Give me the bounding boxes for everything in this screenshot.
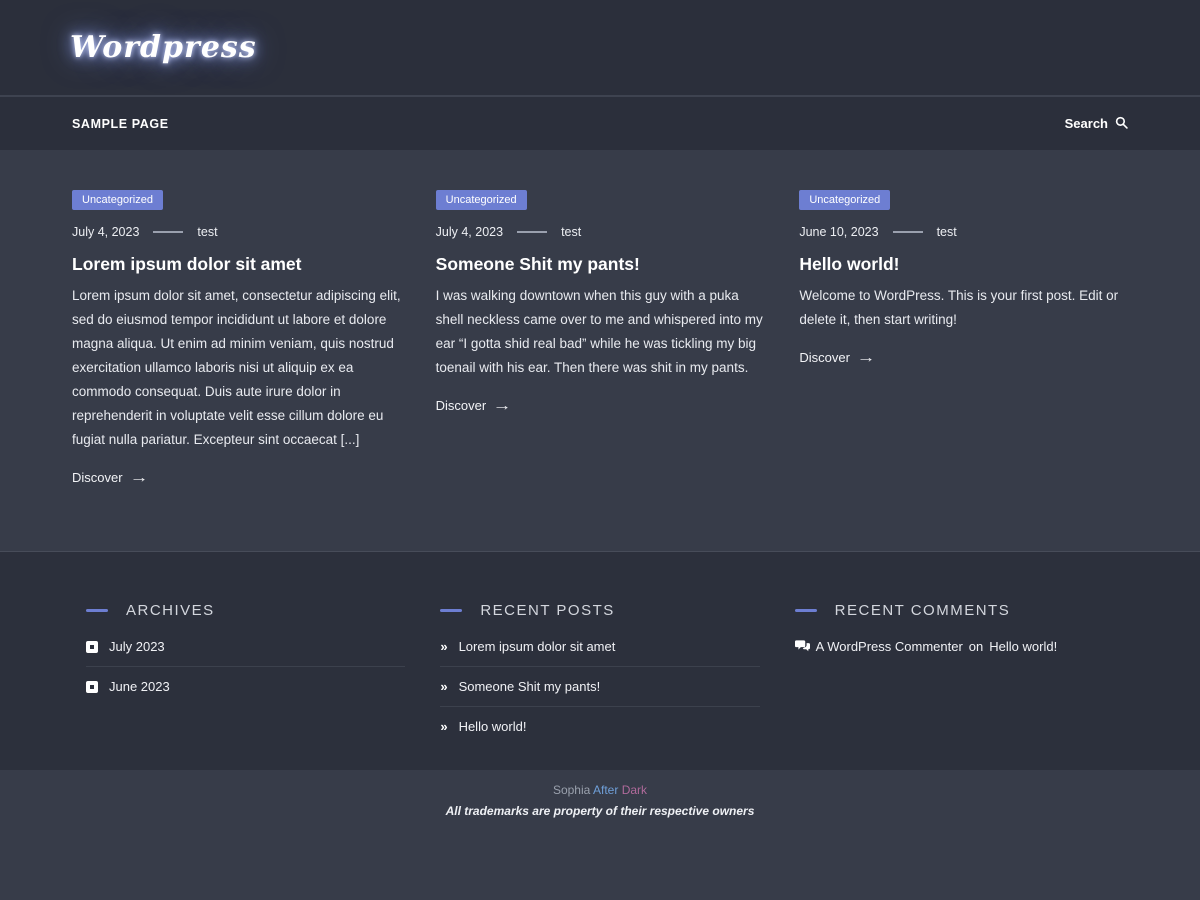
- chevron-right-icon: »: [440, 679, 447, 694]
- archives-widget: ARCHIVES July 2023 June 2023: [86, 602, 405, 770]
- theme-author: Sophia: [553, 783, 590, 797]
- recent-post-label: Lorem ipsum dolor sit amet: [459, 639, 616, 654]
- footer-widgets: ARCHIVES July 2023 June 2023 RECENT POST…: [0, 551, 1200, 770]
- recent-posts-widget: RECENT POSTS » Lorem ipsum dolor sit ame…: [440, 602, 759, 770]
- post-excerpt: Lorem ipsum dolor sit amet, consectetur …: [72, 284, 401, 452]
- search-label: Search: [1065, 116, 1108, 131]
- site-header: Wordpress: [0, 0, 1200, 97]
- posts-grid: Uncategorized July 4, 2023 test Lorem ip…: [0, 150, 1200, 551]
- post-card: Uncategorized July 4, 2023 test Someone …: [436, 190, 765, 551]
- post-title[interactable]: Someone Shit my pants!: [436, 254, 765, 275]
- archive-item[interactable]: July 2023: [86, 627, 405, 667]
- theme-name-after[interactable]: After: [593, 783, 618, 797]
- comments-icon: [795, 640, 810, 653]
- recent-comment-item: A WordPress Commenter on Hello world!: [795, 627, 1114, 666]
- post-date: July 4, 2023: [436, 225, 503, 239]
- search-icon: [1115, 116, 1128, 132]
- nav-item-sample-page[interactable]: SAMPLE PAGE: [72, 117, 169, 131]
- comment-author-link[interactable]: A WordPress Commenter: [816, 639, 963, 654]
- trademark-tagline: All trademarks are property of their res…: [0, 804, 1200, 818]
- discover-label: Discover: [72, 470, 123, 485]
- calendar-icon: [86, 641, 98, 653]
- comment-post-link[interactable]: Hello world!: [989, 639, 1057, 654]
- discover-link[interactable]: Discover →: [72, 469, 146, 485]
- meta-divider: [517, 231, 547, 233]
- heading-dash: [440, 609, 462, 612]
- archive-item[interactable]: June 2023: [86, 667, 405, 706]
- right-arrow-icon: →: [129, 469, 148, 485]
- post-title[interactable]: Lorem ipsum dolor sit amet: [72, 254, 401, 275]
- right-arrow-icon: →: [856, 349, 875, 365]
- chevron-right-icon: »: [440, 719, 447, 734]
- recent-comments-heading: RECENT COMMENTS: [795, 602, 1114, 619]
- discover-link[interactable]: Discover →: [799, 349, 873, 365]
- post-excerpt: Welcome to WordPress. This is your first…: [799, 284, 1128, 332]
- recent-comments-widget: RECENT COMMENTS A WordPress Commenter on…: [795, 602, 1114, 770]
- category-badge[interactable]: Uncategorized: [799, 190, 890, 210]
- post-date: June 10, 2023: [799, 225, 878, 239]
- heading-dash: [86, 609, 108, 612]
- recent-posts-heading: RECENT POSTS: [440, 602, 759, 619]
- discover-link[interactable]: Discover →: [436, 397, 510, 413]
- recent-post-item[interactable]: » Lorem ipsum dolor sit amet: [440, 627, 759, 667]
- post-author: test: [561, 225, 581, 239]
- archive-item-label: July 2023: [109, 639, 165, 654]
- search-button[interactable]: Search: [1065, 116, 1128, 132]
- meta-divider: [153, 231, 183, 233]
- category-badge[interactable]: Uncategorized: [72, 190, 163, 210]
- comment-separator: on: [969, 639, 983, 654]
- archive-item-label: June 2023: [109, 679, 170, 694]
- discover-label: Discover: [799, 350, 850, 365]
- calendar-icon: [86, 681, 98, 693]
- post-title[interactable]: Hello world!: [799, 254, 1128, 275]
- post-excerpt: I was walking downtown when this guy wit…: [436, 284, 765, 380]
- meta-divider: [893, 231, 923, 233]
- post-card: Uncategorized June 10, 2023 test Hello w…: [799, 190, 1128, 551]
- theme-credit: Sophia After Dark: [0, 783, 1200, 797]
- discover-label: Discover: [436, 398, 487, 413]
- post-date: July 4, 2023: [72, 225, 139, 239]
- recent-post-label: Hello world!: [459, 719, 527, 734]
- recent-post-item[interactable]: » Hello world!: [440, 707, 759, 746]
- archives-title: ARCHIVES: [126, 602, 215, 619]
- chevron-right-icon: »: [440, 639, 447, 654]
- bottom-bar: Sophia After Dark All trademarks are pro…: [0, 770, 1200, 900]
- post-card: Uncategorized July 4, 2023 test Lorem ip…: [72, 190, 401, 551]
- heading-dash: [795, 609, 817, 612]
- recent-comments-title: RECENT COMMENTS: [835, 602, 1011, 619]
- archives-heading: ARCHIVES: [86, 602, 405, 619]
- post-author: test: [937, 225, 957, 239]
- theme-name-dark[interactable]: Dark: [622, 783, 647, 797]
- recent-post-label: Someone Shit my pants!: [459, 679, 601, 694]
- post-author: test: [197, 225, 217, 239]
- post-meta: July 4, 2023 test: [72, 225, 401, 239]
- site-logo[interactable]: Wordpress: [70, 30, 257, 65]
- post-meta: June 10, 2023 test: [799, 225, 1128, 239]
- recent-post-item[interactable]: » Someone Shit my pants!: [440, 667, 759, 707]
- recent-posts-title: RECENT POSTS: [480, 602, 614, 619]
- main-nav: SAMPLE PAGE Search: [0, 97, 1200, 150]
- category-badge[interactable]: Uncategorized: [436, 190, 527, 210]
- right-arrow-icon: →: [493, 397, 512, 413]
- post-meta: July 4, 2023 test: [436, 225, 765, 239]
